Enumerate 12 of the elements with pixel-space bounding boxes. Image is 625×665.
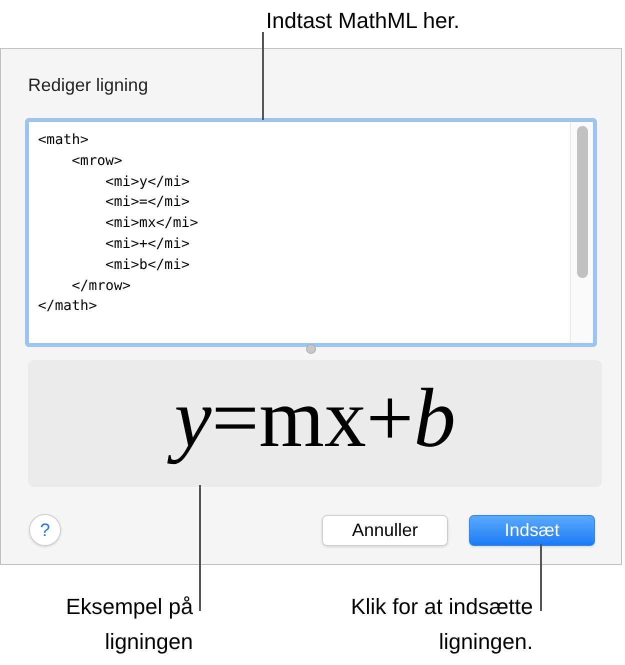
callout-text: Klik for at indsætte ligningen. — [350, 593, 533, 656]
help-button[interactable]: ? — [29, 514, 61, 546]
mathml-input-field[interactable]: <math> <mrow> <mi>y</mi> <mi>=</mi> <mi>mx</mi> <mi>+</mi> <mi>b</mi> </mrow> </math> — [25, 118, 597, 347]
cancel-button[interactable]: Annuller — [322, 514, 448, 546]
leader-line — [540, 544, 542, 611]
callout-text: Indtast MathML her. — [266, 8, 460, 33]
equation-text: y=mx+b — [164, 360, 466, 476]
dialog-title: Rediger ligning — [27, 74, 148, 97]
code-text: <math> <mrow> <mi>y</mi> <mi>=</mi> <mi>mx</mi> <mi>+</mi> <mi>b</mi> </mrow> </math> — [38, 132, 198, 314]
resize-handle[interactable] — [306, 344, 316, 354]
scrollbar-thumb[interactable] — [576, 126, 588, 278]
callout-text: Eksempel på ligningen — [64, 593, 193, 656]
